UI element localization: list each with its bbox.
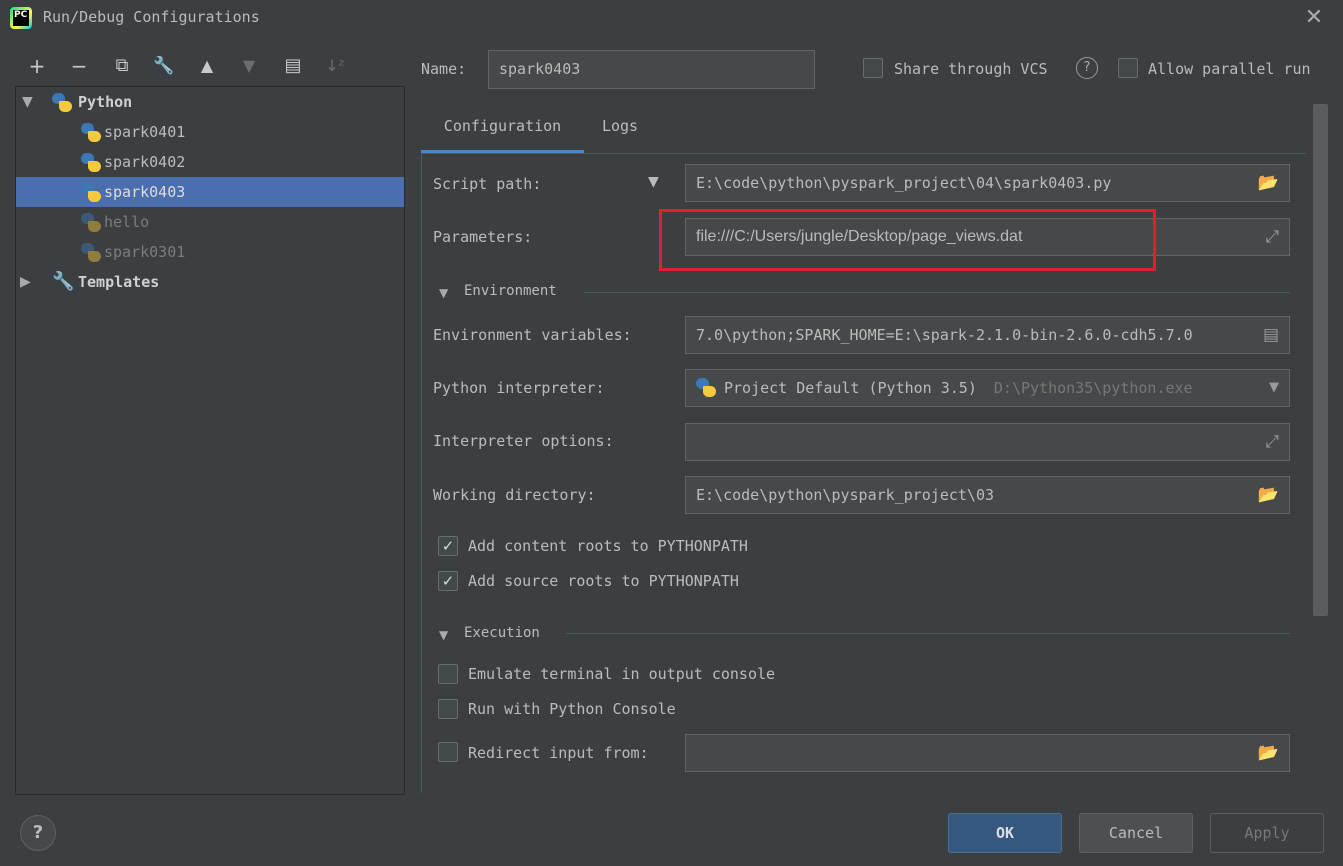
tree-item-spark0403[interactable]: spark0403 (16, 177, 404, 207)
interpreter-label: Python interpreter: (433, 379, 605, 397)
tab-logs[interactable]: Logs (596, 108, 644, 153)
python-icon (81, 243, 101, 262)
redirect-input-checkbox[interactable] (438, 742, 458, 762)
working-dir-value: E:\code\python\pyspark_project\03 (696, 486, 995, 504)
document-icon[interactable]: ▤ (1256, 317, 1279, 353)
python-icon (696, 378, 716, 397)
execution-collapse-icon[interactable]: ▼ (439, 628, 448, 642)
tree-item-spark0401[interactable]: spark0401 (16, 117, 404, 147)
cancel-button[interactable]: Cancel (1079, 813, 1193, 853)
python-icon (81, 153, 101, 172)
tree-item-spark0402[interactable]: spark0402 (16, 147, 404, 177)
move-down-button[interactable]: ▼ (234, 52, 264, 80)
close-icon[interactable]: ✕ (1302, 6, 1326, 30)
folder-icon[interactable]: 📂 (1258, 735, 1279, 771)
name-label: Name: (421, 60, 467, 78)
tab-configuration[interactable]: Configuration (421, 108, 584, 153)
expand-icon[interactable]: ⤢ (1265, 219, 1279, 255)
copy-configuration-button[interactable]: ⧉ (107, 52, 137, 80)
folder-icon[interactable]: 📂 (1258, 477, 1279, 513)
add-content-roots-label: Add content roots to PYTHONPATH (468, 537, 748, 555)
add-source-roots-label: Add source roots to PYTHONPATH (468, 572, 739, 590)
tree-group-templates[interactable]: ▶ 🔧 Templates (16, 267, 404, 297)
section-divider (584, 292, 1290, 293)
working-dir-label: Working directory: (433, 486, 596, 504)
configurations-tree[interactable]: ▼ Python spark0401 spark0402 spark0403 h… (15, 86, 405, 795)
environment-section-title: Environment (464, 283, 557, 299)
python-icon (81, 123, 101, 142)
tree-group-label: Python (78, 93, 133, 111)
tree-group-label: Templates (78, 273, 160, 291)
help-icon[interactable]: ? (1076, 57, 1098, 79)
run-python-console-checkbox[interactable] (438, 699, 458, 719)
add-content-roots-checkbox[interactable]: ✓ (438, 536, 458, 556)
interp-options-label: Interpreter options: (433, 432, 614, 450)
env-vars-input[interactable]: 7.0\python;SPARK_HOME=E:\spark-2.1.0-bin… (685, 316, 1290, 354)
allow-parallel-label: Allow parallel run (1148, 60, 1311, 78)
apply-button[interactable]: Apply (1210, 813, 1324, 853)
python-icon (81, 183, 101, 202)
tree-item-spark0301[interactable]: spark0301 (16, 237, 404, 267)
parameters-label: Parameters: (433, 228, 533, 246)
expand-icon[interactable]: ⤢ (1265, 424, 1279, 460)
redirect-input-label: Redirect input from: (468, 744, 649, 762)
remove-configuration-button[interactable]: − (64, 52, 94, 80)
emulate-terminal-checkbox[interactable] (438, 664, 458, 684)
script-path-input[interactable]: E:\code\python\pyspark_project\04\spark0… (685, 164, 1290, 202)
run-python-console-label: Run with Python Console (468, 700, 676, 718)
logo-text: PC (13, 10, 29, 26)
sort-configurations-button[interactable]: ↓ᶻ (320, 52, 350, 80)
tree-item-label: spark0403 (104, 183, 186, 201)
python-icon (52, 93, 72, 112)
interpreter-path: D:\Python35\python.exe (993, 379, 1193, 397)
interp-options-input[interactable]: ⤢ (685, 423, 1290, 461)
environment-collapse-icon[interactable]: ▼ (439, 286, 448, 300)
allow-parallel-checkbox[interactable] (1118, 58, 1138, 78)
script-type-dropdown-icon[interactable]: ▼ (648, 174, 659, 190)
expand-arrow-icon[interactable]: ▼ (22, 87, 33, 117)
share-vcs-checkbox[interactable] (863, 58, 883, 78)
wrench-icon: 🔧 (52, 271, 75, 292)
script-path-label: Script path: (433, 175, 542, 193)
move-up-button[interactable]: ▲ (192, 52, 222, 80)
name-input[interactable]: spark0403 (488, 50, 815, 89)
chevron-down-icon[interactable]: ▼ (1269, 370, 1279, 406)
tree-group-python[interactable]: ▼ Python (16, 87, 404, 117)
script-path-value: E:\code\python\pyspark_project\04\spark0… (696, 174, 1112, 192)
edit-defaults-button[interactable]: 🔧 (149, 52, 179, 80)
folder-icon[interactable]: 📂 (1258, 165, 1279, 201)
highlight-box (659, 209, 1156, 271)
ok-button[interactable]: OK (948, 813, 1062, 853)
tree-item-label: spark0402 (104, 153, 186, 171)
execution-section-title: Execution (464, 625, 540, 641)
tree-item-label: spark0301 (104, 243, 186, 261)
collapse-arrow-icon[interactable]: ▶ (20, 267, 31, 297)
redirect-input-field[interactable]: 📂 (685, 734, 1290, 772)
add-configuration-button[interactable]: + (22, 52, 52, 80)
emulate-terminal-label: Emulate terminal in output console (468, 665, 776, 683)
interpreter-value: Project Default (Python 3.5) (724, 379, 977, 397)
share-vcs-label: Share through VCS (894, 60, 1048, 78)
pycharm-logo-icon: PC (10, 7, 32, 29)
interpreter-select[interactable]: Project Default (Python 3.5) D:\Python35… (685, 369, 1290, 407)
env-vars-label: Environment variables: (433, 326, 632, 344)
working-dir-input[interactable]: E:\code\python\pyspark_project\03 📂 (685, 476, 1290, 514)
vertical-scrollbar[interactable] (1313, 104, 1328, 616)
env-vars-value: 7.0\python;SPARK_HOME=E:\spark-2.1.0-bin… (696, 326, 1193, 344)
section-divider (566, 633, 1290, 634)
help-button[interactable]: ? (20, 815, 56, 851)
move-into-folder-button[interactable]: ▤ (278, 52, 308, 80)
window-title: Run/Debug Configurations (43, 8, 260, 26)
title-bar: PC Run/Debug Configurations ✕ (0, 0, 1343, 36)
tree-item-hello[interactable]: hello (16, 207, 404, 237)
python-icon (81, 213, 101, 232)
add-source-roots-checkbox[interactable]: ✓ (438, 571, 458, 591)
tree-item-label: spark0401 (104, 123, 186, 141)
tree-item-label: hello (104, 213, 150, 231)
